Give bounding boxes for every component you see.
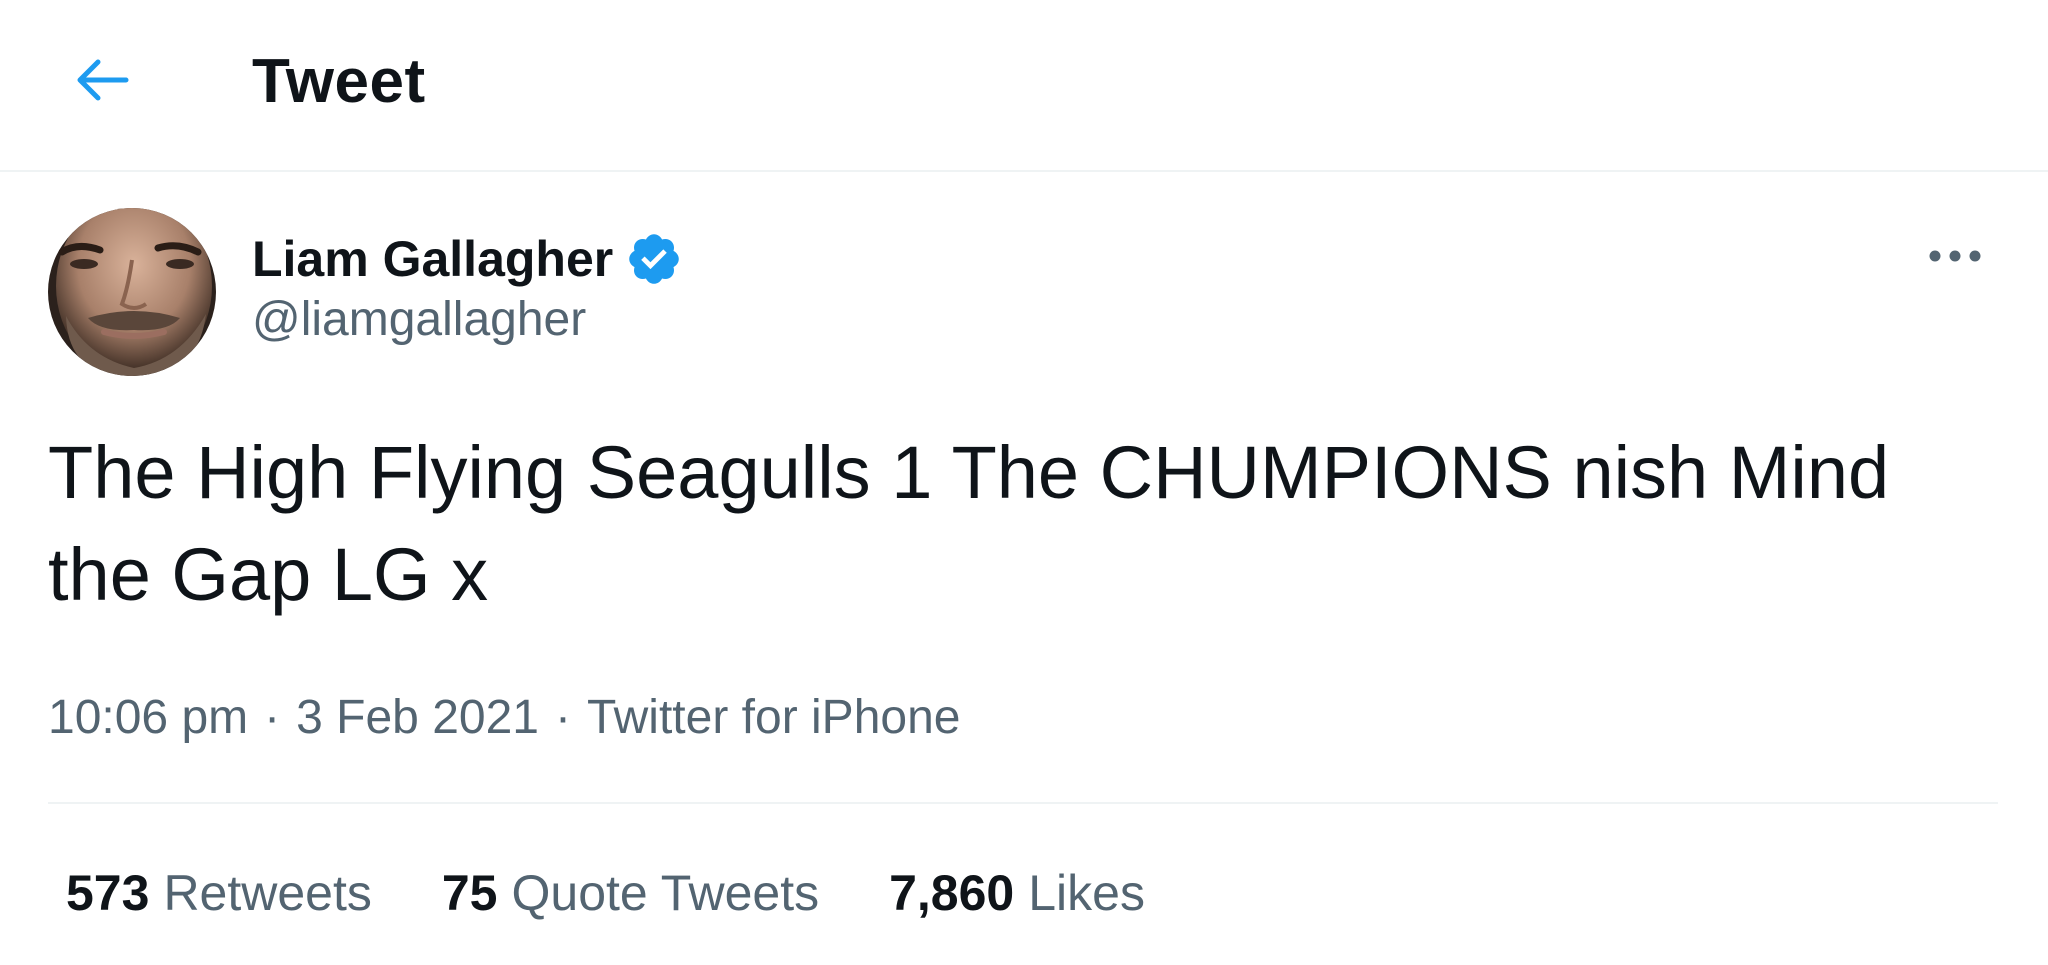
tweet-time[interactable]: 10:06 pm	[48, 690, 248, 745]
page-title: Tweet	[252, 47, 426, 116]
name-row: Liam Gallagher	[252, 226, 683, 292]
tweet-date[interactable]: 3 Feb 2021	[296, 690, 539, 745]
meta-separator: ·	[554, 691, 571, 744]
author-display-name[interactable]: Liam Gallagher	[252, 230, 613, 288]
stat-likes[interactable]: 7,860 Likes	[889, 864, 1145, 922]
tweet-detail: Liam Gallagher @liamgallagher The High F…	[0, 174, 2048, 965]
back-button[interactable]	[62, 44, 142, 116]
stat-quote-tweets[interactable]: 75 Quote Tweets	[442, 864, 819, 922]
meta-separator: ·	[264, 691, 281, 744]
more-options-button[interactable]	[1920, 236, 1990, 276]
more-horizontal-icon	[1929, 250, 1981, 262]
avatar-image	[48, 208, 216, 376]
stat-count: 573	[66, 865, 150, 921]
author-handle[interactable]: @liamgallagher	[252, 292, 683, 347]
tweet-source[interactable]: Twitter for iPhone	[587, 690, 961, 745]
author-info: Liam Gallagher @liamgallagher	[252, 226, 683, 347]
tweet-metadata: 10:06 pm · 3 Feb 2021 · Twitter for iPho…	[48, 690, 960, 745]
stat-label: Quote Tweets	[511, 865, 820, 921]
tweet-stats: 573 Retweets 75 Quote Tweets 7,860 Likes	[66, 864, 1215, 922]
verified-badge-icon	[629, 234, 680, 284]
stat-count: 75	[441, 865, 498, 921]
avatar[interactable]	[48, 208, 216, 376]
stat-count: 7,860	[889, 865, 1015, 921]
arrow-left-icon	[77, 59, 129, 101]
divider	[48, 802, 1998, 804]
stat-retweets[interactable]: 573 Retweets	[66, 864, 372, 922]
stat-label: Likes	[1028, 865, 1145, 921]
tweet-text: The High Flying Seagulls 1 The CHUMPIONS…	[48, 431, 1890, 616]
top-bar: Tweet	[0, 0, 2048, 172]
stat-label: Retweets	[163, 865, 372, 921]
